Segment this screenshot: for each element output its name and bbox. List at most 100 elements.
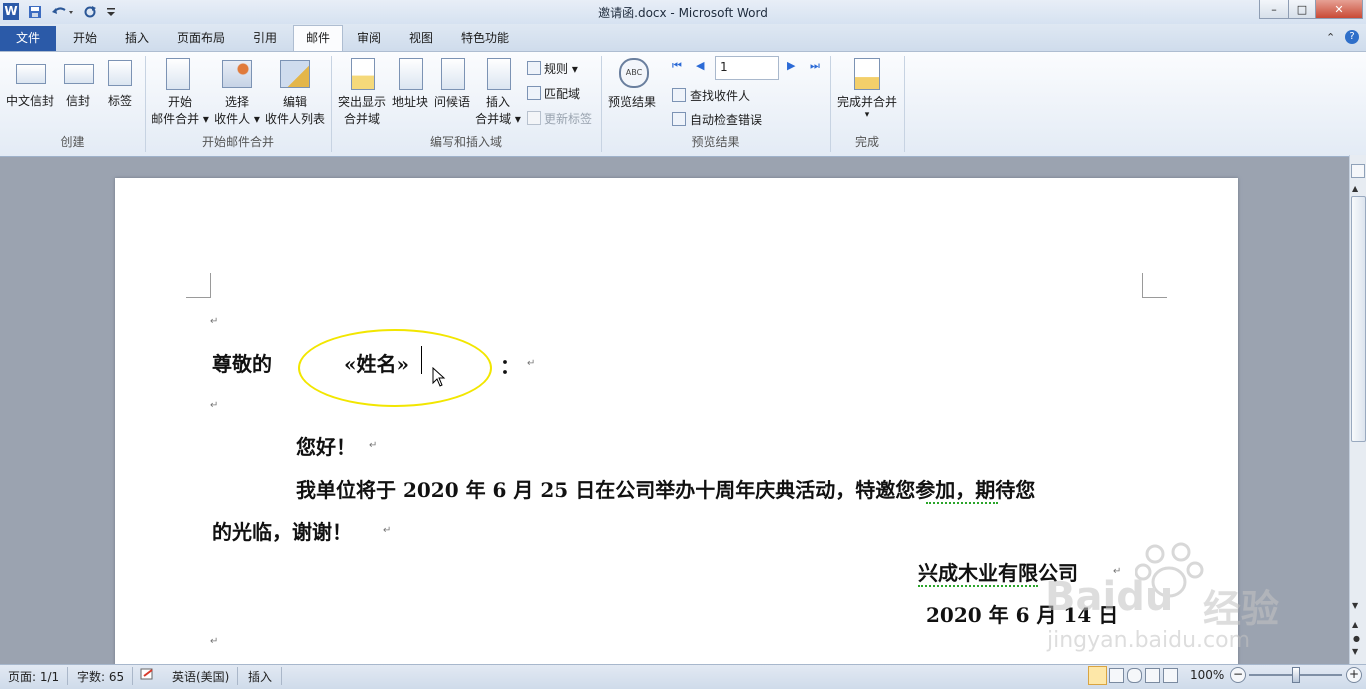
watermark-brand-cn: 经验 [1203, 587, 1280, 631]
envelope-icon [64, 64, 94, 84]
group-label-write-insert: 编写和插入域 [429, 135, 502, 149]
insert-field-label-1: 插入 [485, 95, 510, 109]
status-separator [67, 667, 68, 685]
start-mail-merge-button[interactable]: 开始 邮件合并 ▾ [150, 56, 210, 128]
watermark-brand: Baidu [1045, 574, 1174, 620]
group-label-preview: 预览结果 [691, 135, 740, 149]
proofing-icon[interactable] [140, 668, 156, 682]
tab-review[interactable]: 审阅 [346, 27, 392, 49]
preview-results-button[interactable]: ABC 预览结果 [605, 56, 659, 116]
edit-recipient-list-button[interactable]: 编辑 收件人列表 [264, 56, 326, 128]
help-icon[interactable]: ? [1345, 30, 1359, 44]
finish-merge-button[interactable]: 完成并合并 ▾ [834, 56, 900, 128]
start-merge-label-1: 开始 [167, 95, 192, 109]
ruler-toggle-icon[interactable] [1351, 164, 1365, 178]
group-label-create: 创建 [60, 135, 85, 149]
match-fields-icon [527, 86, 541, 100]
watermark-url: jingyan.baidu.com [1047, 628, 1251, 653]
next-record-button[interactable]: ▶ [787, 59, 801, 75]
group-label-start-merge: 开始邮件合并 [201, 135, 274, 149]
record-number-value: 1 [720, 60, 728, 74]
tab-home[interactable]: 开始 [62, 27, 108, 49]
tab-page-layout[interactable]: 页面布局 [168, 27, 234, 49]
zoom-slider-thumb[interactable] [1292, 667, 1300, 683]
update-labels-icon [527, 111, 541, 125]
tab-view[interactable]: 视图 [398, 27, 444, 49]
highlight-ellipse [298, 329, 492, 407]
update-labels-button[interactable]: 更新标签 [527, 109, 597, 127]
highlight-label-1: 突出显示 [337, 95, 386, 109]
recipients-icon [222, 60, 252, 88]
highlight-merge-fields-button[interactable]: 突出显示 合并域 [336, 56, 388, 128]
minimize-ribbon-icon[interactable]: ⌃ [1326, 31, 1335, 44]
scroll-thumb[interactable] [1351, 196, 1366, 442]
chinese-envelope-label: 中文信封 [5, 94, 54, 108]
labels-label: 标签 [107, 94, 132, 108]
paragraph-mark: ↵ [210, 400, 219, 411]
status-page[interactable]: 页面: 1/1 [8, 668, 59, 685]
draft-view-icon[interactable] [1163, 668, 1178, 683]
print-layout-view-icon[interactable] [1088, 666, 1107, 685]
envelope-label: 信封 [65, 94, 90, 108]
select-browse-object-icon[interactable]: ● [1353, 634, 1360, 643]
close-button[interactable]: ✕ [1315, 0, 1363, 19]
match-fields-button[interactable]: 匹配域 [527, 84, 587, 102]
rules-button[interactable]: 规则 ▾ [527, 59, 587, 77]
document-stack-icon [166, 58, 190, 90]
zoom-in-button[interactable]: + [1346, 667, 1362, 683]
edit-list-label-1: 编辑 [282, 95, 307, 109]
greeting-line-label: 问候语 [433, 95, 470, 109]
labels-button[interactable]: 标签 [102, 58, 138, 110]
labels-icon [108, 60, 132, 86]
previous-record-button[interactable]: ◀ [696, 59, 710, 75]
status-word-count[interactable]: 字数: 65 [77, 668, 124, 685]
auto-check-icon [672, 112, 686, 126]
select-recipients-label-2: 收件人 ▾ [214, 112, 260, 126]
status-language[interactable]: 英语(美国) [172, 668, 229, 685]
salutation-text: 尊敬的 [212, 352, 272, 376]
paragraph-mark: ↵ [210, 636, 219, 647]
greeting-line-button[interactable]: 问候语 [432, 56, 472, 128]
find-recipient-button[interactable]: 查找收件人 [672, 86, 762, 104]
auto-check-label: 自动检查错误 [690, 113, 763, 127]
match-fields-label: 匹配域 [544, 87, 581, 101]
preview-results-label: 预览结果 [607, 95, 656, 109]
tab-special-features[interactable]: 特色功能 [452, 27, 518, 49]
select-recipients-label-1: 选择 [224, 95, 249, 109]
next-page-icon[interactable]: ▼ [1352, 647, 1358, 656]
status-separator [237, 667, 238, 685]
zoom-out-button[interactable]: − [1230, 667, 1246, 683]
find-recipient-label: 查找收件人 [690, 89, 751, 103]
address-block-button[interactable]: 地址块 [390, 56, 430, 128]
previous-page-icon[interactable]: ▲ [1352, 620, 1358, 629]
insert-merge-field-button[interactable]: 插入 合并域 ▾ [474, 56, 522, 128]
body-text-line-1: 我单位将于 2020 年 6 月 25 日在公司举办十周年庆典活动，特邀您参加，… [296, 478, 1036, 502]
first-record-button[interactable]: ⏮ [672, 59, 686, 75]
maximize-button[interactable]: □ [1288, 0, 1316, 19]
envelope-button[interactable]: 信封 [60, 58, 96, 110]
auto-check-errors-button[interactable]: 自动检查错误 [672, 110, 772, 128]
chinese-envelope-button[interactable]: 中文信封 [4, 58, 56, 110]
select-recipients-button[interactable]: 选择 收件人 ▾ [212, 56, 262, 128]
tab-file[interactable]: 文件 [0, 26, 56, 51]
minimize-button[interactable]: – [1259, 0, 1289, 19]
status-insert-mode[interactable]: 插入 [248, 668, 272, 685]
update-labels-label: 更新标签 [544, 112, 593, 126]
zoom-level[interactable]: 100% [1190, 668, 1224, 682]
last-record-button[interactable]: ⏭ [810, 59, 824, 75]
scroll-down-icon[interactable]: ▼ [1352, 601, 1358, 610]
address-block-label: 地址块 [391, 95, 428, 109]
finish-merge-label: 完成并合并 [836, 95, 897, 109]
tab-insert[interactable]: 插入 [114, 27, 160, 49]
full-screen-reading-view-icon[interactable] [1109, 668, 1124, 683]
web-layout-view-icon[interactable] [1127, 668, 1142, 683]
scroll-up-icon[interactable]: ▲ [1352, 184, 1358, 193]
tab-mailings[interactable]: 邮件 [293, 25, 343, 52]
paragraph-mark: ↵ [383, 525, 392, 536]
body-text-line-2: 的光临，谢谢！ [212, 520, 352, 544]
outline-view-icon[interactable] [1145, 668, 1160, 683]
rules-label: 规则 ▾ [544, 62, 578, 76]
record-number-input[interactable]: 1 [715, 56, 779, 80]
paragraph-mark: ↵ [210, 316, 219, 327]
tab-references[interactable]: 引用 [242, 27, 288, 49]
